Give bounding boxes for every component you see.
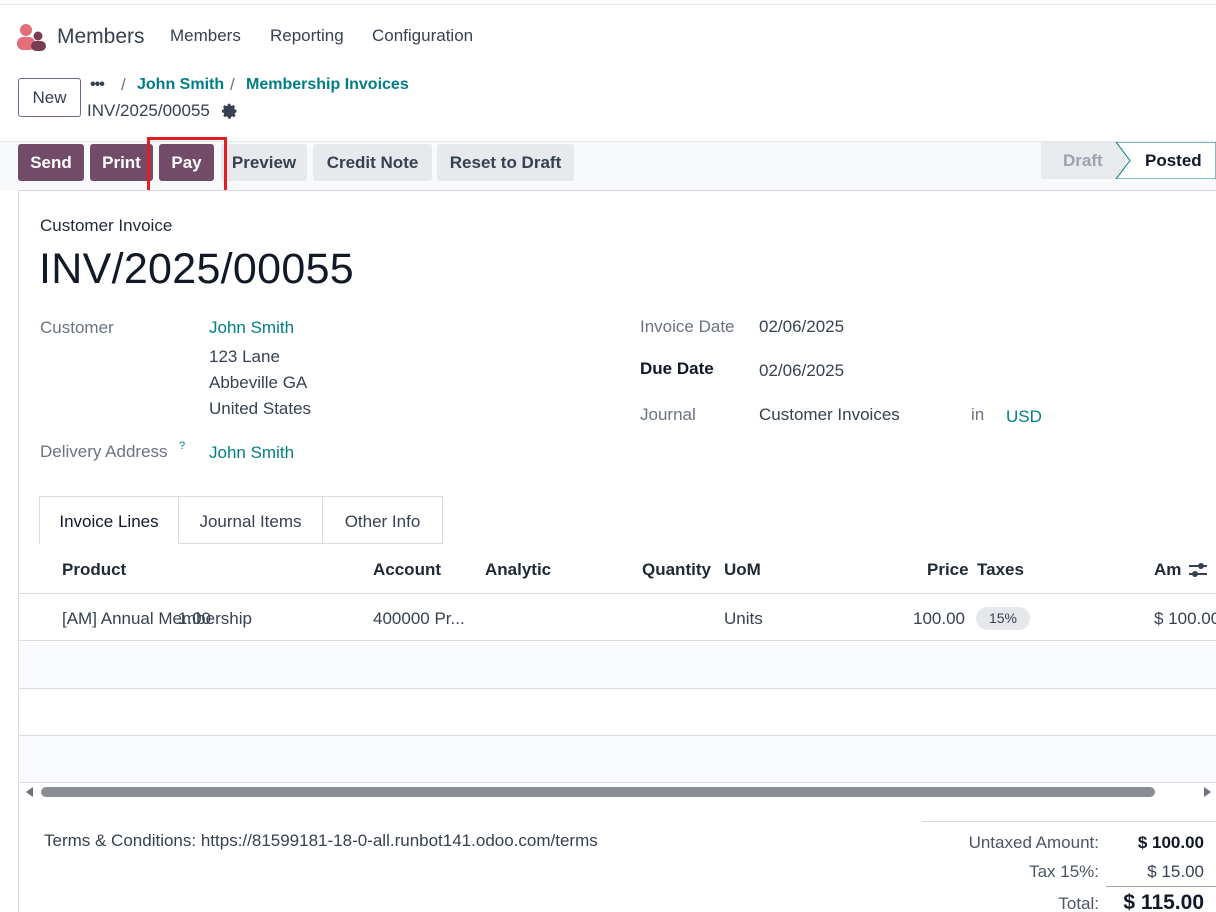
members-app-icon[interactable] (16, 23, 46, 51)
status-draft[interactable]: Draft (1041, 142, 1126, 179)
untaxed-amount-value: $ 100.00 (1137, 833, 1204, 852)
breadcrumb-membership-invoices[interactable]: Membership Invoices (246, 76, 409, 94)
reset-to-draft-button[interactable]: Reset to Draft (437, 144, 574, 181)
column-uom[interactable]: UoM (724, 560, 761, 580)
total-value: $ 115.00 (1123, 891, 1204, 912)
tax-badge[interactable]: 15% (976, 607, 1030, 630)
line-amount: $ 100.00 (1154, 609, 1216, 628)
customer-link[interactable]: John Smith (209, 318, 294, 338)
table-row-empty (19, 736, 1216, 783)
tab-journal-items[interactable]: Journal Items (178, 496, 323, 544)
table-row-empty (19, 642, 1216, 689)
breadcrumb-more[interactable]: ••• (90, 76, 105, 94)
menu-members[interactable]: Members (170, 26, 241, 46)
invoice-number-title: INV/2025/00055 (39, 245, 355, 293)
totals-divider (1106, 886, 1216, 887)
action-bar: Send Print Pay Preview Credit Note Reset… (0, 141, 1216, 191)
line-price[interactable]: 100.00 (913, 609, 965, 629)
status-posted: Posted (1145, 151, 1202, 170)
horizontal-scrollbar[interactable] (19, 783, 1216, 803)
line-uom[interactable]: Units (724, 609, 763, 629)
untaxed-amount-label: Untaxed Amount: (968, 833, 1099, 852)
scrollbar-thumb[interactable] (41, 787, 1155, 797)
top-navbar: Members Members Reporting Configuration (0, 4, 1216, 64)
due-date-label: Due Date (640, 359, 714, 378)
delivery-address-link[interactable]: John Smith (209, 443, 294, 463)
optional-columns-icon[interactable] (1187, 561, 1209, 579)
customer-address-line: 123 Lane (209, 347, 280, 366)
breadcrumb-john-smith[interactable]: John Smith (137, 76, 224, 94)
customer-label: Customer (40, 318, 114, 337)
customer-address-line: United States (209, 399, 312, 418)
line-account[interactable]: 400000 Pr... (373, 609, 465, 629)
currency-link[interactable]: USD (1006, 407, 1042, 427)
breadcrumb-separator: / (121, 75, 126, 94)
new-button[interactable]: New (18, 78, 81, 117)
column-analytic[interactable]: Analytic (485, 560, 551, 580)
gear-icon[interactable] (221, 103, 239, 121)
tax-amount-value: $ 15.00 (1147, 862, 1204, 881)
scroll-right-icon[interactable] (1204, 787, 1211, 797)
delivery-address-label: Delivery Address (40, 442, 168, 461)
invoice-form-sheet: Customer Invoice INV/2025/00055 Customer… (18, 190, 1216, 912)
send-button[interactable]: Send (18, 144, 84, 181)
total-label: Total: (1058, 894, 1099, 912)
preview-button[interactable]: Preview (221, 144, 307, 181)
table-row[interactable]: [AM] Annual Membership 400000 Pr... 1.00… (19, 594, 1216, 641)
column-account[interactable]: Account (373, 560, 441, 580)
journal-label: Journal (640, 405, 696, 424)
due-date-value[interactable]: 02/06/2025 (759, 361, 844, 381)
tab-invoice-lines[interactable]: Invoice Lines (39, 496, 179, 544)
column-quantity[interactable]: Quantity (642, 560, 711, 580)
column-amount[interactable]: Am (1154, 560, 1181, 580)
terms-and-conditions[interactable]: Terms & Conditions: https://81599181-18-… (44, 831, 598, 851)
breadcrumb-current-record: INV/2025/00055 (87, 101, 210, 120)
currency-in-label: in (971, 405, 985, 424)
tax-amount-label: Tax 15%: (1029, 862, 1099, 881)
table-header: Product Account Analytic Quantity UoM Pr… (19, 544, 1216, 594)
line-product[interactable]: [AM] Annual Membership (62, 609, 252, 629)
totals-summary: Untaxed Amount: $ 100.00 Tax 15%: $ 15.0… (922, 821, 1216, 912)
journal-value[interactable]: Customer Invoices (759, 405, 900, 425)
invoice-type-label: Customer Invoice (40, 216, 173, 235)
breadcrumb-separator: / (230, 75, 235, 94)
print-button[interactable]: Print (90, 144, 153, 181)
tab-other-info[interactable]: Other Info (322, 496, 443, 544)
credit-note-button[interactable]: Credit Note (313, 144, 432, 181)
pay-button[interactable]: Pay (159, 144, 214, 181)
scroll-left-icon[interactable] (26, 787, 33, 797)
customer-address-line: Abbeville GA (209, 373, 308, 392)
menu-reporting[interactable]: Reporting (270, 26, 344, 46)
table-row-empty (19, 689, 1216, 736)
app-name[interactable]: Members (57, 25, 145, 49)
column-price[interactable]: Price (927, 560, 969, 580)
invoice-date-value[interactable]: 02/06/2025 (759, 317, 844, 337)
column-product[interactable]: Product (62, 560, 126, 580)
line-quantity[interactable]: 1.00 (178, 609, 211, 629)
menu-configuration[interactable]: Configuration (372, 26, 473, 46)
column-taxes[interactable]: Taxes (977, 560, 1024, 580)
invoice-date-label: Invoice Date (640, 317, 735, 336)
help-tooltip-icon[interactable]: ? (179, 440, 185, 452)
